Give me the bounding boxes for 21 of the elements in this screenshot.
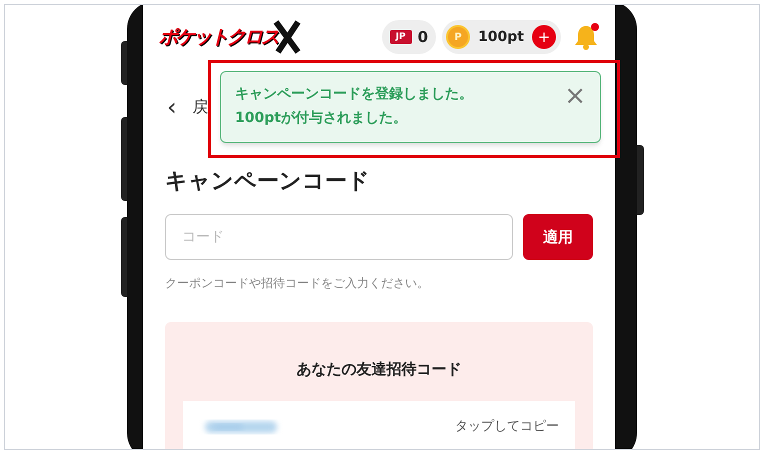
code-input-field[interactable]: コード <box>165 214 513 260</box>
toast-message: 100ptが付与されました。 <box>235 109 408 128</box>
invite-card-title: あなたの友達招待コード <box>296 359 462 380</box>
bell-icon[interactable] <box>573 23 599 51</box>
ticket-counter[interactable]: JP 0 <box>382 20 436 54</box>
back-label[interactable]: 戻 <box>192 95 209 119</box>
apply-button[interactable]: 適用 <box>522 214 593 260</box>
add-points-button[interactable]: + <box>532 25 556 49</box>
close-button[interactable]: × <box>564 84 586 108</box>
invite-code-row[interactable]: タップしてコピー <box>183 400 575 449</box>
page-title: キャンペーンコード <box>164 168 371 196</box>
ticket-icon: JP <box>390 30 412 44</box>
app-logo[interactable]: ポケットクロス <box>159 22 278 52</box>
hint-text: クーポンコードや招待コードをご入力ください。 <box>164 275 430 292</box>
back-arrow-icon[interactable]: ‹ <box>167 89 177 125</box>
copy-link[interactable]: タップしてコピー <box>455 416 559 436</box>
ticket-count: 0 <box>418 26 428 48</box>
points-amount: 100pt <box>478 28 524 46</box>
coin-icon: P <box>446 25 470 49</box>
toast-message: キャンペーンコードを登録しました。 <box>235 85 473 104</box>
points-counter[interactable]: P 100pt + <box>442 20 561 54</box>
